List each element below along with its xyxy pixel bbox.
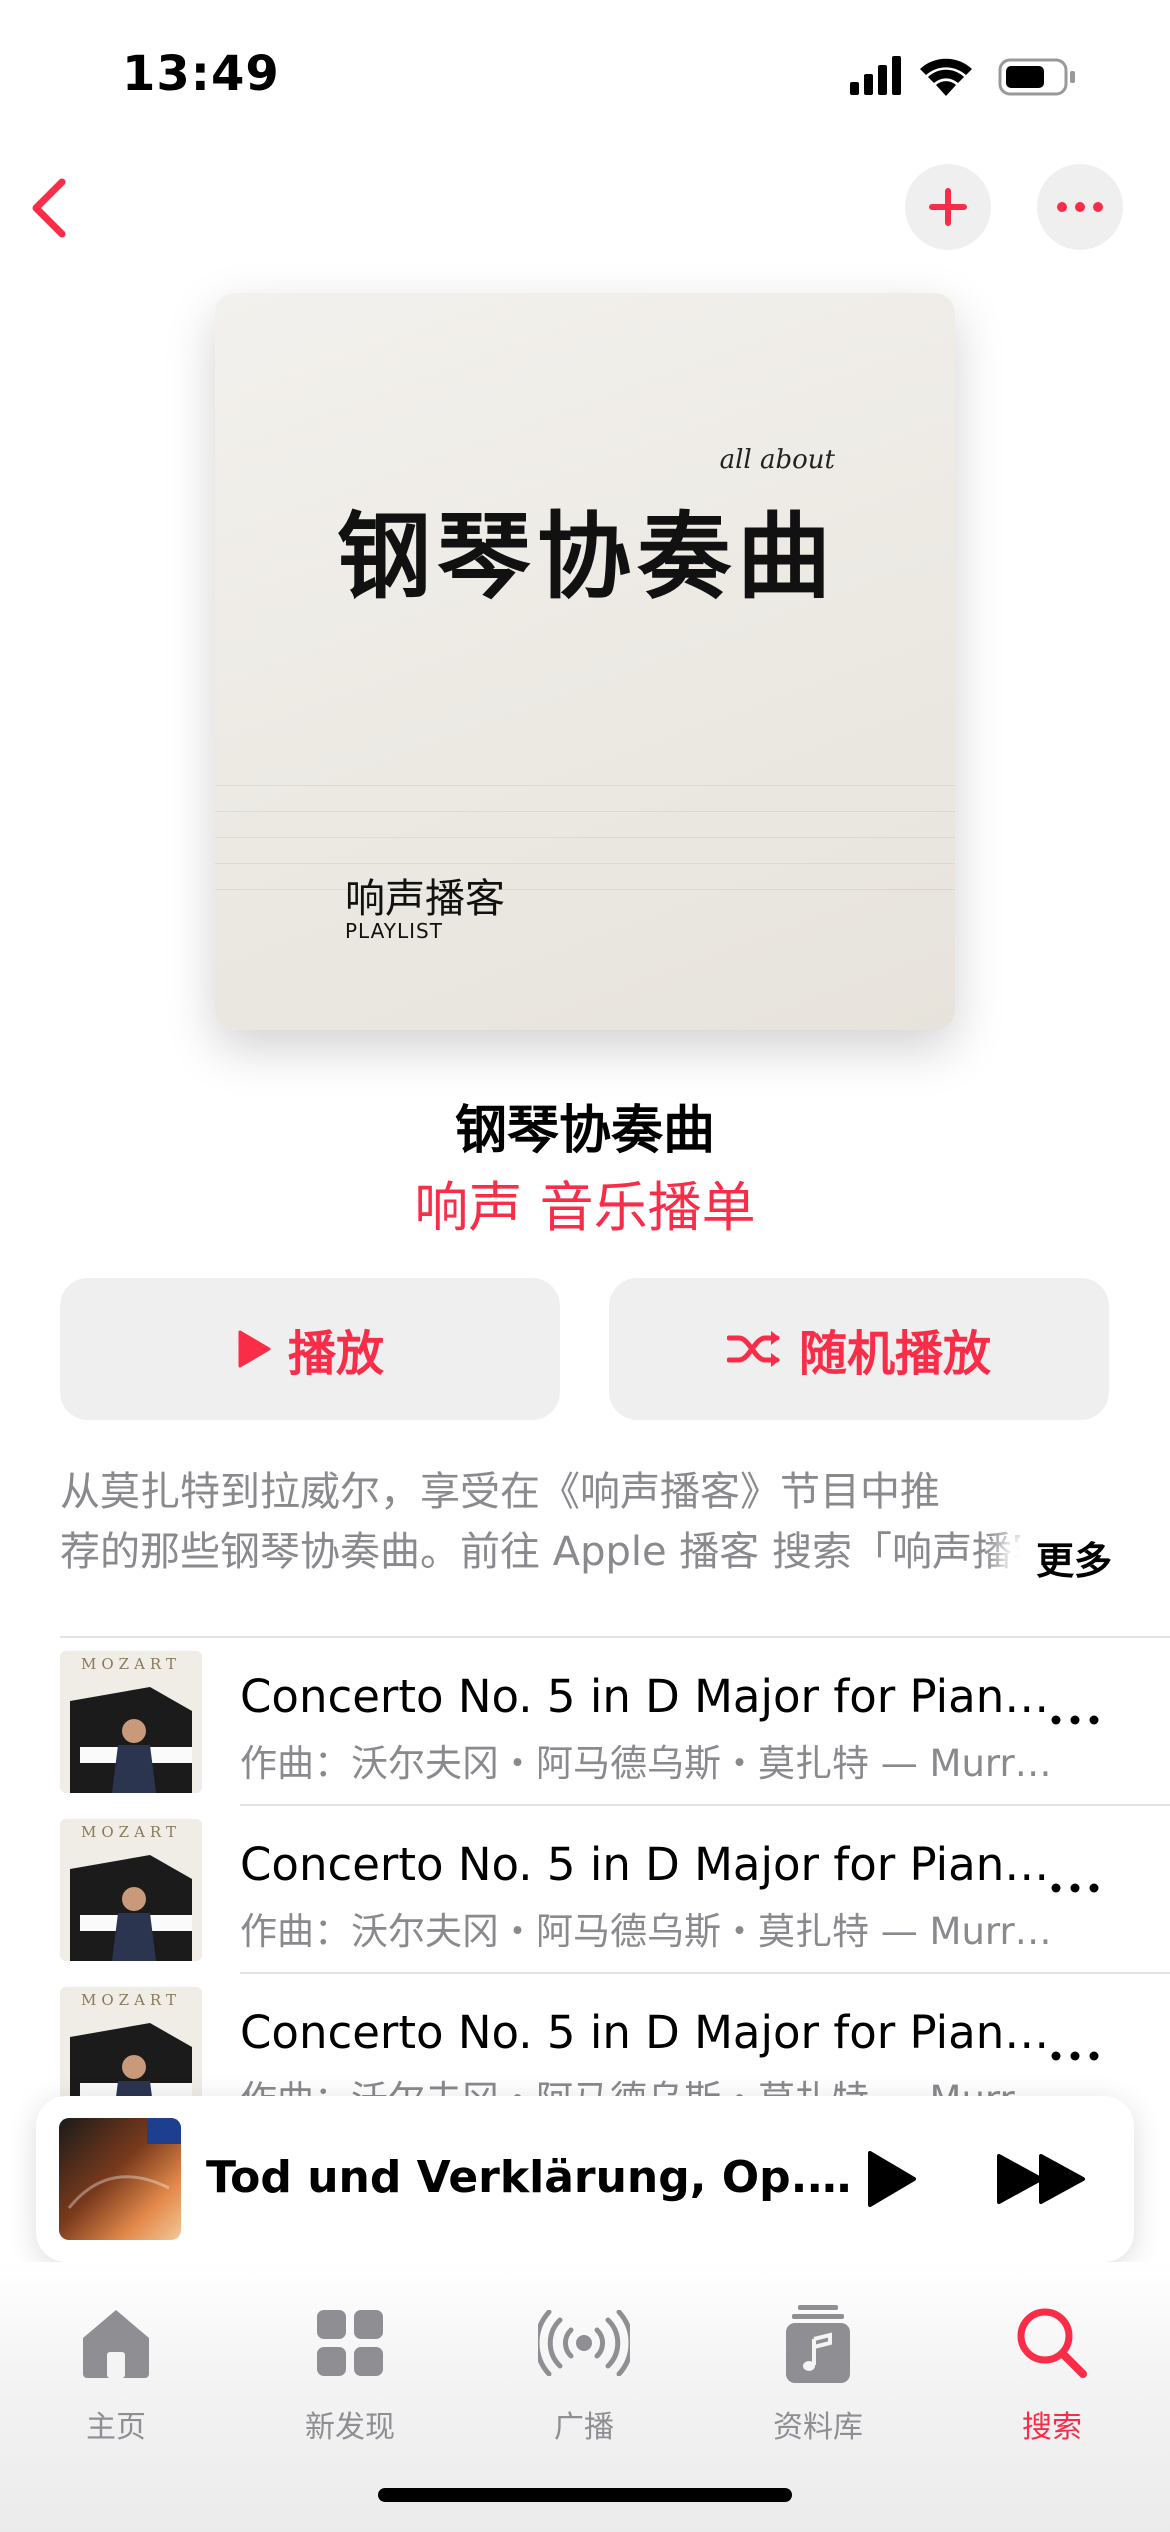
tab-label: 搜索: [1022, 2410, 1082, 2445]
home-indicator: [378, 2488, 792, 2502]
shuffle-button-label: 随机播放: [798, 1326, 991, 1382]
play-icon: [238, 1330, 271, 1368]
playlist-description: 从莫扎特到拉威尔，享受在《响声播客》节目中推 荐的那些钢琴协奏曲。前往 Appl…: [60, 1462, 1110, 1582]
ellipsis-icon: [1051, 1715, 1099, 1725]
ellipsis-icon: [1051, 1883, 1099, 1893]
track-more-button[interactable]: [1035, 2036, 1115, 2076]
staff-line: [215, 837, 955, 838]
back-button[interactable]: [18, 168, 82, 248]
staff-line: [215, 863, 955, 864]
home-icon: [83, 2310, 149, 2378]
shuffle-icon: [726, 1331, 780, 1367]
track-title: Concerto No. 5 in D Major for Piano and …: [240, 2006, 1060, 2059]
battery-icon: [998, 58, 1075, 96]
grid-icon: [317, 2310, 383, 2376]
tab-label: 广播: [554, 2410, 614, 2445]
play-button[interactable]: 播放: [60, 1278, 560, 1420]
description-more-link[interactable]: 更多: [1030, 1530, 1113, 1585]
artwork-playlist-tag: PLAYLIST: [345, 919, 443, 943]
chevron-left-icon: [32, 178, 66, 238]
wifi-icon: [920, 58, 972, 96]
tab-radio[interactable]: 广播: [484, 2302, 684, 2446]
ellipsis-icon: [1057, 202, 1103, 212]
artwork-title: 钢琴协奏曲: [337, 503, 838, 612]
mini-player[interactable]: Tod und Verklärung, Op. 24 (Death and Tr…: [36, 2096, 1134, 2262]
fast-forward-icon: [997, 2154, 1085, 2204]
mini-player-artwork: [59, 2118, 181, 2240]
tab-label: 资料库: [773, 2410, 863, 2445]
track-row[interactable]: MOZART Concerto No. 5 in D Major for Pia…: [60, 1806, 1170, 1974]
tab-library[interactable]: 资料库: [718, 2302, 918, 2446]
track-artwork: MOZART: [60, 1651, 202, 1793]
status-icons: [850, 52, 1090, 100]
staff-line: [215, 785, 955, 786]
ellipsis-icon: [1051, 2051, 1099, 2061]
artwork-all-about: all about: [719, 445, 835, 475]
track-artwork: MOZART: [60, 1819, 202, 1961]
more-options-button[interactable]: [1037, 164, 1123, 250]
description-line: 从莫扎特到拉威尔，享受在《响声播客》节目中推: [60, 1469, 940, 1515]
mini-play-button[interactable]: [851, 2139, 931, 2219]
tab-label: 新发现: [305, 2410, 395, 2445]
artwork-podcast-name: 响声播客: [345, 876, 505, 922]
play-icon: [868, 2151, 916, 2207]
search-icon: [1017, 2308, 1087, 2378]
description-line: 荐的那些钢琴协奏曲。前往 Apple 播客 搜索「响声播客」: [60, 1529, 1020, 1575]
track-subtitle: 作曲：沃尔夫冈・阿马德乌斯・莫扎特 — Murray Perahia: [240, 1742, 1060, 1785]
play-button-label: 播放: [287, 1326, 384, 1382]
track-art-label: MOZART: [81, 1991, 181, 2009]
track-art-label: MOZART: [81, 1823, 181, 1841]
mini-next-button[interactable]: [986, 2139, 1096, 2219]
track-row[interactable]: MOZART Concerto No. 5 in D Major for Pia…: [60, 1638, 1170, 1806]
mini-player-title: Tod und Verklärung, Op. 24 (Death and Tr…: [206, 2152, 856, 2203]
tab-home[interactable]: 主页: [16, 2302, 216, 2446]
radio-icon: [538, 2310, 630, 2376]
track-art-label: MOZART: [81, 1655, 181, 1673]
track-title: Concerto No. 5 in D Major for Piano and …: [240, 1670, 1060, 1723]
shuffle-button[interactable]: 随机播放: [609, 1278, 1109, 1420]
staff-line: [215, 889, 955, 890]
library-icon: [786, 2305, 850, 2383]
status-time: 13:49: [122, 46, 280, 102]
plus-icon: [929, 188, 967, 226]
playlist-curator[interactable]: 响声 音乐播单: [0, 1163, 1170, 1242]
cellular-signal-icon: [850, 56, 901, 95]
playlist-artwork: all about 钢琴协奏曲 响声播客 PLAYLIST: [215, 293, 955, 1030]
track-title: Concerto No. 5 in D Major for Piano and …: [240, 1838, 1060, 1891]
track-more-button[interactable]: [1035, 1700, 1115, 1740]
add-button[interactable]: [905, 164, 991, 250]
staff-line: [215, 811, 955, 812]
tab-browse[interactable]: 新发现: [250, 2302, 450, 2446]
track-more-button[interactable]: [1035, 1868, 1115, 1908]
tab-search[interactable]: 搜索: [952, 2302, 1152, 2446]
playlist-title: 钢琴协奏曲: [454, 1101, 715, 1161]
track-subtitle: 作曲：沃尔夫冈・阿马德乌斯・莫扎特 — Murray Perahia: [240, 1910, 1060, 1953]
tab-label: 主页: [86, 2410, 146, 2445]
